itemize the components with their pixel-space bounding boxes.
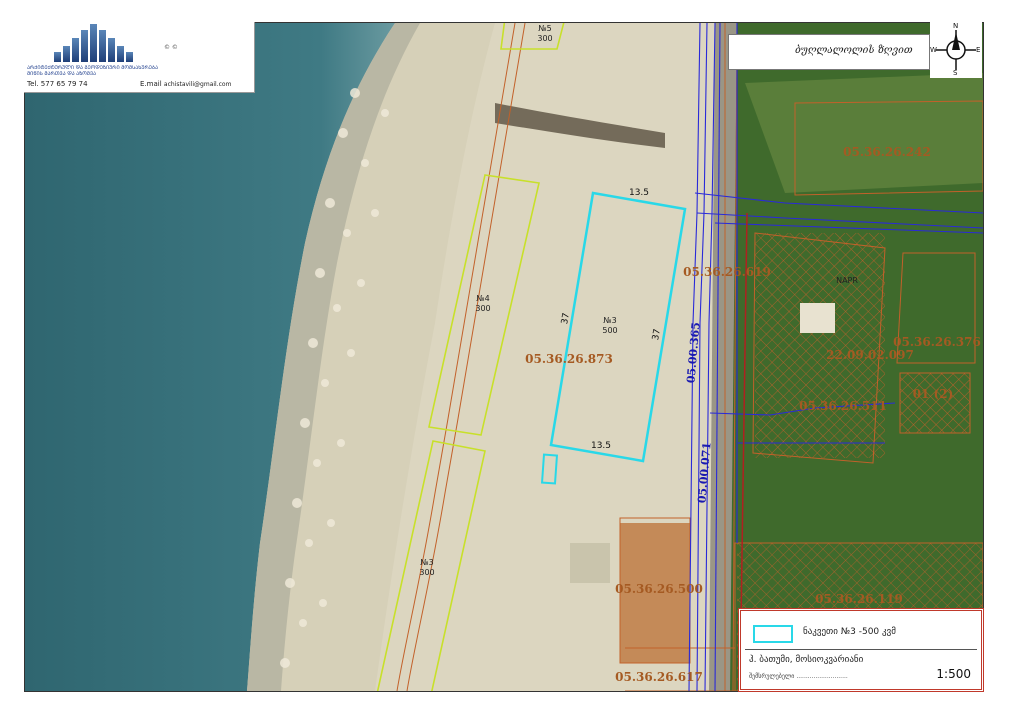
legend-prepared-by: ჰ. ბათუმი, მოსიოკვარიანი	[749, 655, 864, 665]
zone-5-area: 300	[537, 34, 552, 43]
map-frame[interactable]: №5 300 №4 300 №3 500 №3 300 13.5 13.5 37…	[24, 22, 984, 692]
company-logo: © © ᲐᲠᲥᲘᲢᲔᲥᲢᲣᲠᲣᲚᲘ ᲓᲐ ᲒᲔᲝᲓᲔᲖᲘᲣᲠᲘ ᲛᲝᲛᲡᲐᲮᲣᲠ…	[24, 22, 255, 93]
hatched-parcel-2b	[900, 373, 970, 433]
legend-swatch	[753, 625, 793, 643]
logo-building	[63, 46, 70, 62]
logo-mark: © ©	[164, 44, 178, 51]
dimension-top: 13.5	[629, 188, 649, 198]
parcel-label: 05.36.26.376	[893, 335, 981, 349]
logo-building	[54, 52, 61, 62]
dimension-left: 37	[560, 312, 572, 325]
hatched-parcel-1b	[755, 233, 885, 458]
dimension-right: 37	[651, 328, 663, 341]
logo-building	[126, 52, 133, 62]
parcel-label: 05.36.26.873	[525, 352, 613, 366]
vegetation-top	[745, 73, 983, 193]
compass-e: E	[976, 46, 981, 54]
plot-3-area: 500	[602, 326, 617, 335]
email-address: achistavili@gmail.com	[163, 81, 232, 88]
zone-5-number: №5	[538, 24, 551, 33]
logo-building	[99, 30, 106, 62]
compass-s: S	[953, 69, 958, 77]
napr-label: NAPR	[836, 276, 858, 285]
zone-3-number: №3	[420, 558, 433, 567]
email-label: E.mail	[140, 80, 162, 88]
parcel-label: 05.36.26.619	[683, 265, 771, 279]
zone-3-area: 300	[419, 568, 434, 577]
legend-signature: შემსრულებელი ...........................	[749, 673, 848, 680]
logo-building	[117, 46, 124, 62]
zone-4-area: 300	[475, 304, 490, 313]
napr-building	[800, 303, 835, 333]
parcel-label: 05.36.26.500	[615, 582, 703, 596]
logo-building	[72, 38, 79, 62]
logo-building	[108, 38, 115, 62]
logo-building	[90, 24, 97, 62]
compass-n: N	[953, 22, 959, 30]
legend-divider	[745, 649, 977, 650]
legend-item-label: ნაკვეთი №3 -500 კვმ	[803, 627, 896, 637]
legend-scale: 1:500	[936, 667, 971, 681]
plot-3-number: №3	[603, 316, 616, 325]
logo-phone: Tel. 577 65 79 74	[27, 80, 88, 88]
map-legend: ნაკვეთი №3 -500 კვმ ჰ. ბათუმი, მოსიოკვარ…	[738, 608, 984, 692]
zone-4-number: №4	[476, 294, 489, 303]
logo-line: ᲛᲘᲬᲘᲡ ᲛᲐᲠᲗᲕᲐ ᲓᲐ ᲐᲖᲝᲛᲕᲐ	[27, 71, 97, 77]
parcel-label: 05.36.26.119	[815, 592, 903, 606]
compass-w: W	[930, 46, 937, 54]
parcel-label: 05.36.26.511	[799, 399, 887, 413]
place-name-box: ბუღლალოლის ზღვით	[728, 34, 930, 70]
place-name: ბუღლალოლის ზღვით	[795, 45, 913, 56]
parcel-label: 01 (2)	[913, 387, 954, 401]
building-small	[570, 543, 610, 583]
compass-rose-icon: N S W E	[930, 22, 982, 78]
parcel-label: 05.36.26.242	[843, 145, 931, 159]
parcel-label: 05.36.26.617	[615, 670, 703, 684]
aerial-map[interactable]: №5 300 №4 300 №3 500 №3 300 13.5 13.5 37…	[25, 23, 983, 691]
logo-building	[81, 30, 88, 62]
logo-email: E.mail achistavili@gmail.com	[140, 80, 231, 88]
parcel-label: 22.09.02.097	[826, 348, 914, 362]
dimension-bottom: 13.5	[591, 441, 611, 451]
